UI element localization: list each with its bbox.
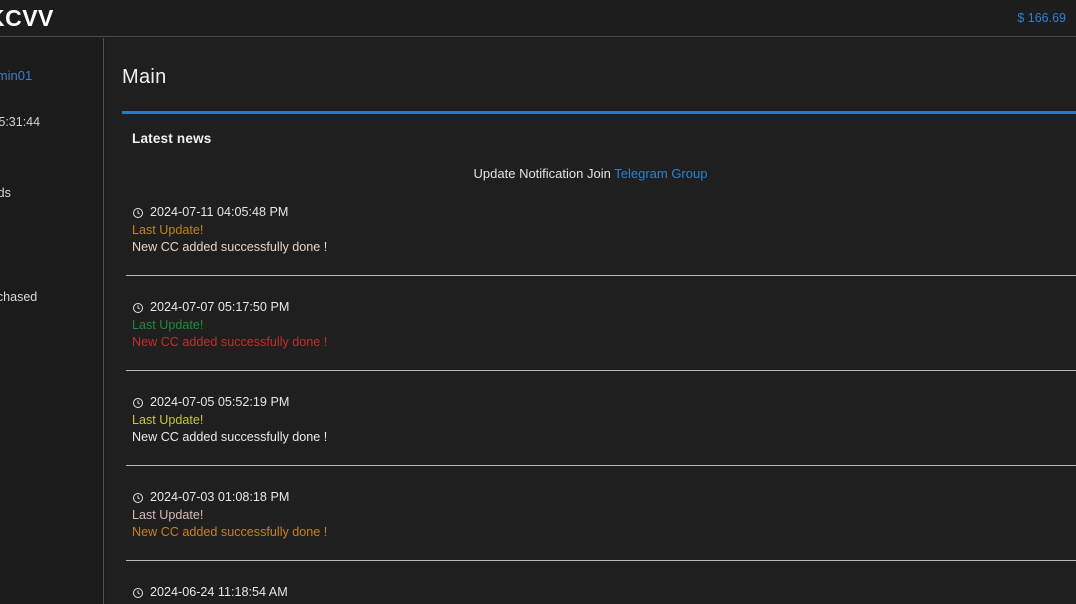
news-timestamp: 2024-07-07 05:17:50 PM — [150, 300, 290, 314]
clock-icon — [132, 491, 144, 503]
clock-icon — [132, 206, 144, 218]
news-timestamp-row: 2024-07-07 05:17:50 PM — [132, 298, 1076, 316]
news-message: New CC added successfully done ! — [132, 430, 328, 444]
news-message: New CC added successfully done ! — [132, 240, 328, 254]
update-notification: Update Notification Join Telegram Group — [105, 146, 1076, 181]
sidebar-item-premium-purchased[interactable]: Premium Purchased — [0, 281, 103, 313]
app-root: KCVV $ 166.69 Welcome Admin01 Your last … — [0, 0, 1076, 604]
username-link[interactable]: Admin01 — [0, 68, 32, 83]
news-timestamp: 2024-07-11 04:05:48 PM — [150, 205, 289, 219]
sidebar-item-add-balance[interactable]: Add Balance — [0, 333, 103, 365]
page-title: Main — [122, 66, 167, 88]
news-list: 2024-07-11 04:05:48 PM Last Update! New … — [105, 181, 1076, 604]
sidebar-item-order[interactable]: Order — [0, 415, 103, 447]
news-item: 2024-07-07 05:17:50 PM Last Update! New … — [105, 298, 1076, 350]
latest-news-card: Latest news Update Notification Join Tel… — [105, 111, 1076, 604]
last-visit-block: Your last visit: 2024-07-12 05:31:44 — [0, 83, 103, 131]
news-headline: Last Update! — [132, 318, 204, 332]
news-item: 2024-06-24 11:18:54 AM Last Update! New … — [105, 583, 1076, 604]
news-timestamp-row: 2024-07-03 01:08:18 PM — [132, 488, 1076, 506]
news-headline: Last Update! — [132, 413, 204, 427]
card-header-latest-news: Latest news — [132, 131, 212, 146]
news-timestamp: 2024-07-03 01:08:18 PM — [150, 490, 290, 504]
sidebar-item-purchased[interactable]: Purchased — [0, 229, 103, 261]
sidebar-nav: Premium Cards Purchased Premium Purchase… — [0, 177, 103, 529]
clock-icon — [132, 396, 144, 408]
last-visit-value: 2024-07-12 05:31:44 — [0, 115, 41, 129]
main-content: Main Latest news Update Notification Joi… — [105, 38, 1076, 604]
news-message: New CC added successfully done ! — [132, 525, 328, 539]
clock-icon — [132, 301, 144, 313]
news-timestamp-row: 2024-07-05 05:52:19 PM — [132, 393, 1076, 411]
sidebar-item-premium-cards[interactable]: Premium Cards — [0, 177, 103, 209]
news-timestamp-row: 2024-06-24 11:18:54 AM — [132, 583, 1076, 601]
account-balance[interactable]: $ 166.69 — [1017, 11, 1066, 25]
brand-logo[interactable]: KCVV — [0, 5, 54, 32]
news-headline: Last Update! — [132, 508, 204, 522]
last-visit-label: Your last visit: — [0, 97, 103, 114]
clock-icon — [132, 586, 144, 598]
news-timestamp-row: 2024-07-11 04:05:48 PM — [132, 203, 1076, 221]
welcome-message: Welcome Admin01 — [0, 38, 103, 83]
top-bar: KCVV $ 166.69 — [0, 0, 1076, 37]
sidebar-item-logout[interactable]: Logout — [0, 497, 103, 529]
news-item: 2024-07-03 01:08:18 PM Last Update! New … — [105, 488, 1076, 540]
news-item: 2024-07-11 04:05:48 PM Last Update! New … — [105, 203, 1076, 255]
news-timestamp: 2024-07-05 05:52:19 PM — [150, 395, 290, 409]
telegram-group-link[interactable]: Telegram Group — [614, 166, 707, 181]
sidebar: Welcome Admin01 Your last visit: 2024-07… — [0, 38, 104, 604]
update-notification-text: Update Notification Join — [473, 166, 611, 181]
news-message: New CC added successfully done ! — [132, 335, 328, 349]
news-timestamp: 2024-06-24 11:18:54 AM — [150, 585, 288, 599]
news-item: 2024-07-05 05:52:19 PM Last Update! New … — [105, 393, 1076, 445]
news-headline: Last Update! — [132, 223, 204, 237]
